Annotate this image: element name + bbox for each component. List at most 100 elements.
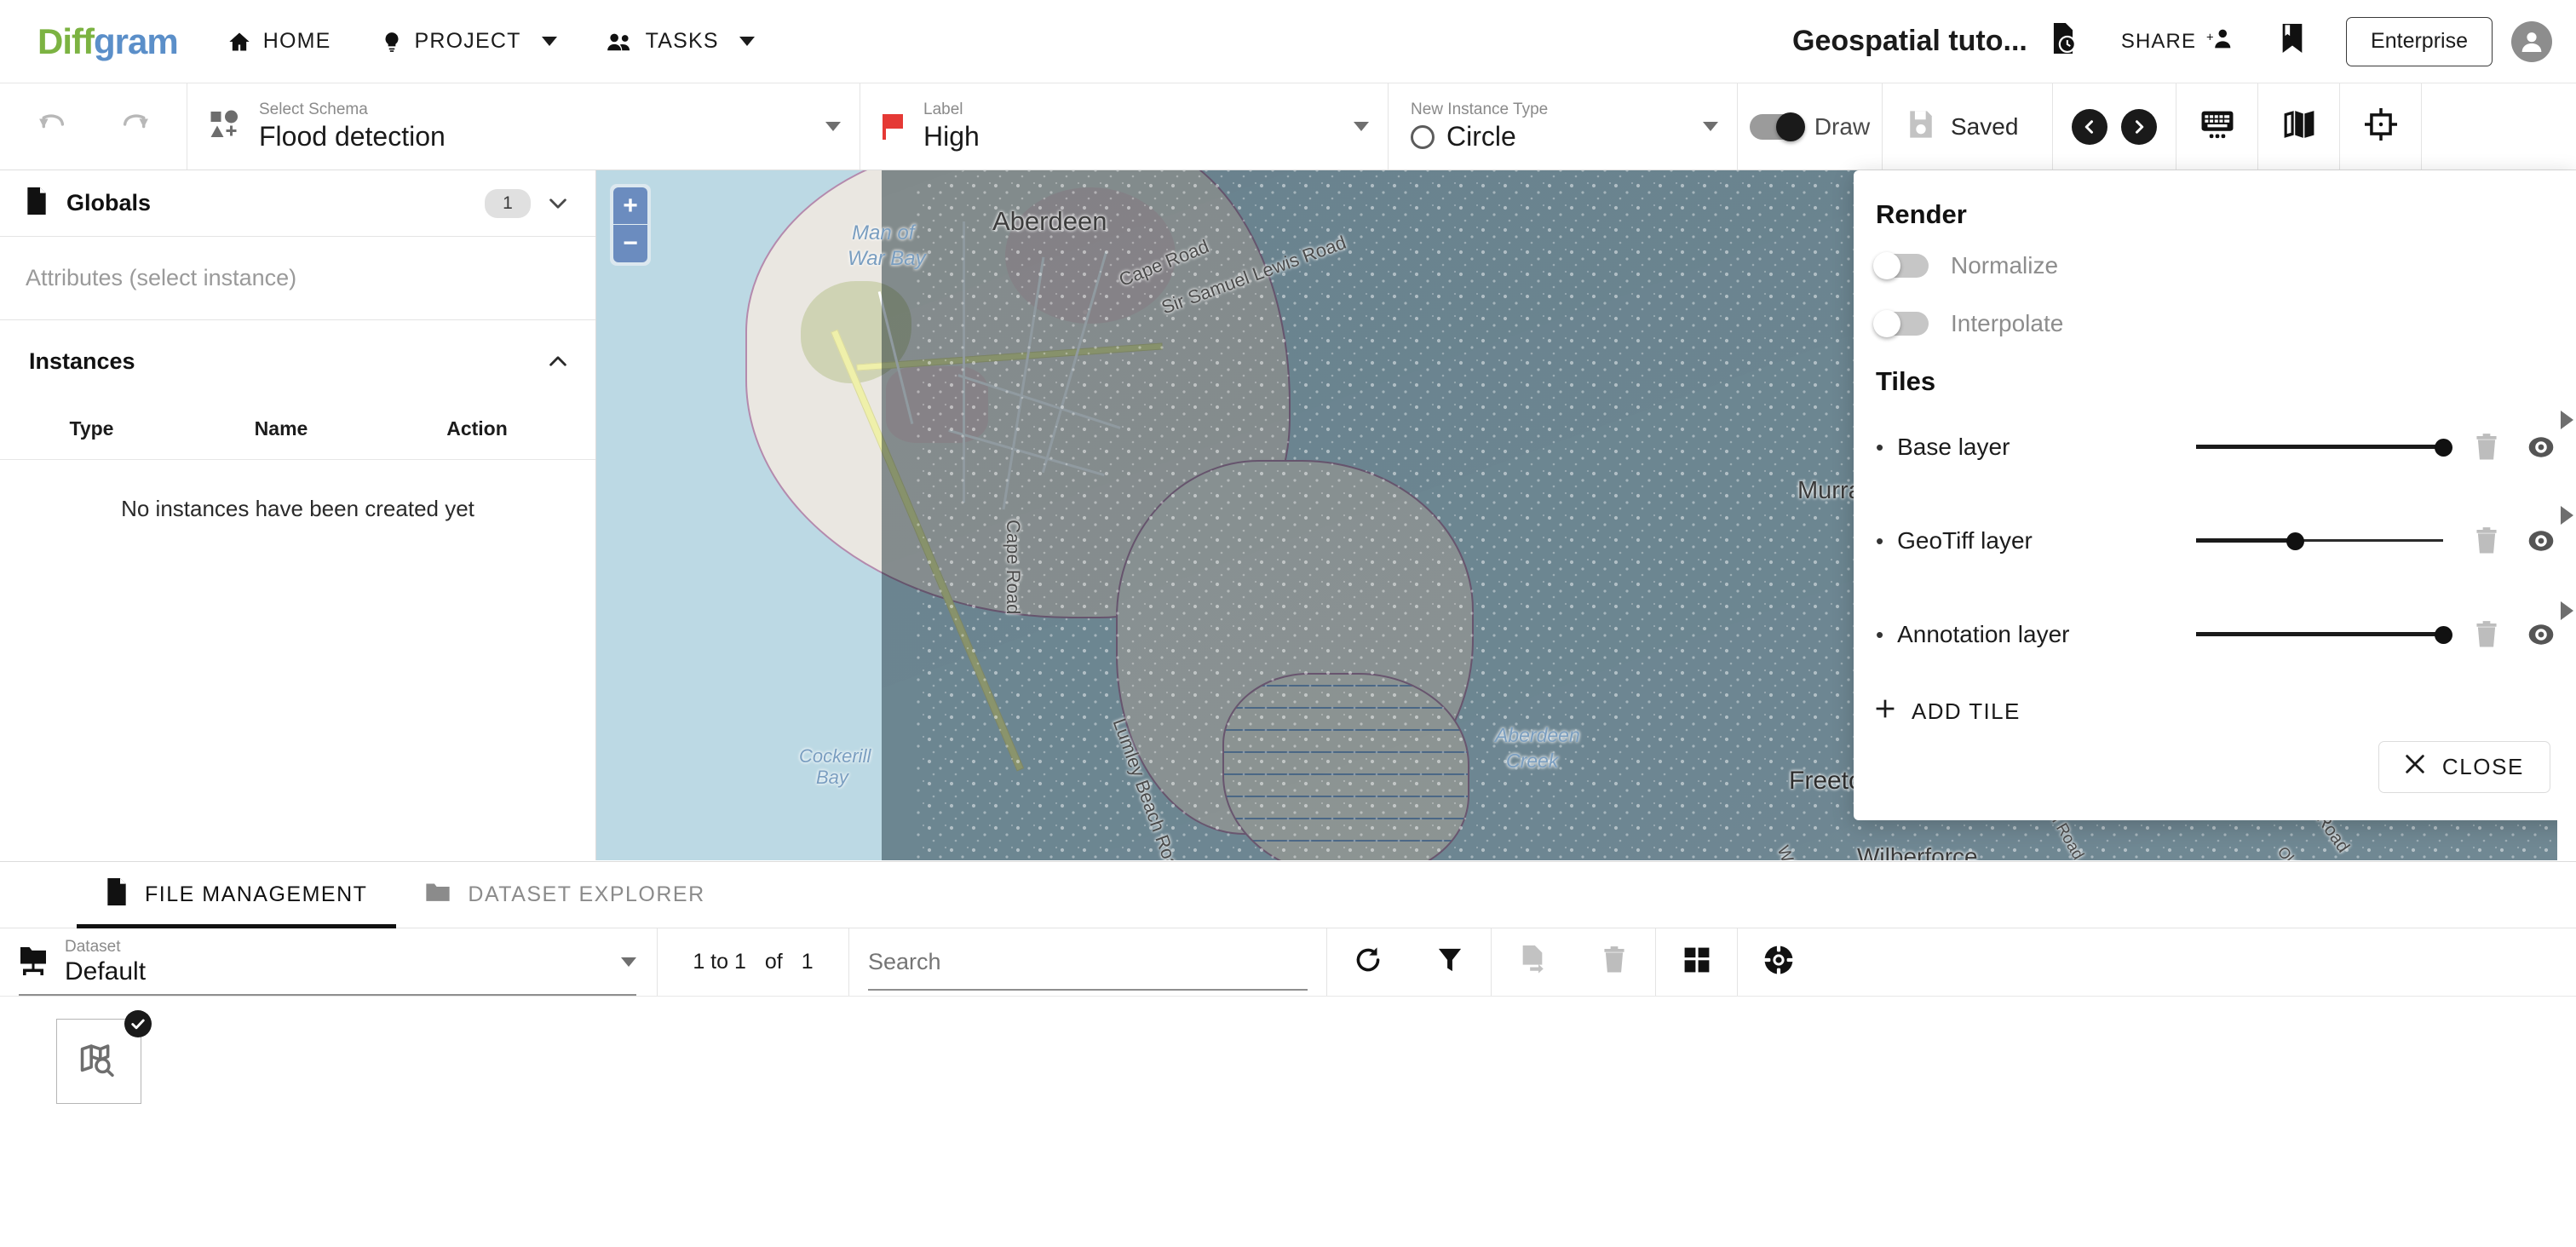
redo-icon[interactable] [119,113,148,140]
tile-delete-annotation[interactable] [2475,621,2498,648]
instances-table: Type Name Action No instances have been … [0,402,595,558]
map-label: Aberdeen [1495,724,1580,746]
close-render-panel-button[interactable]: CLOSE [2378,741,2550,793]
file-icon [106,878,128,911]
dataset-icon [19,945,48,980]
column-header-action: Action [446,417,508,440]
map-zoom-out-button[interactable]: − [613,225,647,262]
rail-expand-arrow-2[interactable] [2560,506,2573,525]
label-select-value: High [923,121,980,152]
tab-dataset-explorer[interactable]: DATASET EXPLORER [396,862,733,928]
dataset-select-underline [19,994,636,996]
search-input[interactable] [868,949,1308,975]
filter-button[interactable] [1409,928,1491,996]
schema-select[interactable]: Select Schema Flood detection [187,83,860,170]
chevron-down-icon[interactable] [546,192,570,215]
label-select[interactable]: Label High [860,83,1389,170]
nav-tasks[interactable]: TASKS [607,29,755,54]
check-circle-icon [124,1010,152,1037]
share-button[interactable]: SHARE + [2099,16,2257,67]
nav-home-label: HOME [262,29,331,53]
tile-name-geotiff: GeoTiff layer [1897,527,2033,554]
tile-visibility-annotation[interactable] [2527,624,2556,646]
file-thumbnail-item[interactable] [56,1010,152,1104]
document-title: Geospatial tuto... [1792,25,2027,57]
add-tile-label: ADD TILE [1912,698,2021,724]
interpolate-toggle-row[interactable]: Interpolate [1854,295,2576,353]
instances-section-header[interactable]: Instances [0,320,595,402]
schema-shapes-icon [210,109,240,144]
instance-type-value: Circle [1446,121,1516,152]
logo-text-gram: gram [93,20,179,61]
file-history-button[interactable] [2027,16,2099,67]
folder-icon [425,881,451,909]
draw-toggle-label: Draw [1814,112,1871,140]
delete-button[interactable] [1573,928,1655,996]
search-box[interactable] [849,928,1326,996]
editor-toolbar: Select Schema Flood detection Label High… [0,83,2576,170]
grid-view-button[interactable] [1656,928,1738,996]
instances-table-header: Type Name Action [0,402,595,460]
tile-opacity-slider-annotation[interactable] [2196,623,2452,646]
pagination-of: of [764,950,783,974]
undo-icon[interactable] [38,113,68,140]
tile-opacity-slider-geotiff[interactable] [2196,529,2443,553]
chevron-down-icon [1703,122,1718,131]
save-status[interactable]: Saved [1883,83,2053,170]
normalize-toggle-switch[interactable] [1873,252,1929,279]
chevron-up-icon[interactable] [546,349,570,373]
render-panel-footer: CLOSE [1854,741,2576,812]
chevron-down-icon [621,957,636,967]
tile-name-base: Base layer [1897,434,2010,460]
keyboard-shortcuts-button[interactable] [2176,83,2258,170]
dataset-action-icons [1326,928,1820,996]
tile-delete-base[interactable] [2475,434,2498,461]
tile-visibility-geotiff[interactable] [2527,530,2556,552]
dataset-select[interactable]: Dataset Default [0,928,658,996]
normalize-label: Normalize [1951,252,2059,279]
tab-file-management[interactable]: FILE MANAGEMENT [77,862,397,928]
prev-next-group [2053,83,2176,170]
instances-empty-message: No instances have been created yet [121,496,474,521]
map-view-button[interactable] [2258,83,2340,170]
tile-name-annotation: Annotation layer [1897,621,2070,647]
draw-toggle[interactable]: Draw [1738,83,1883,170]
enterprise-button[interactable]: Enterprise [2346,16,2493,66]
flag-icon [883,113,905,140]
account-avatar-icon[interactable] [2511,20,2552,62]
normalize-toggle-row[interactable]: Normalize [1854,237,2576,295]
help-button[interactable] [1738,928,1820,996]
nav-home[interactable]: HOME [227,29,331,54]
add-tile-button[interactable]: ADD TILE [1854,681,2576,741]
nav-project[interactable]: PROJECT [381,29,557,54]
bullet-icon: • [1876,434,1884,460]
chevron-left-circle-icon[interactable] [2072,108,2107,145]
export-file-button[interactable] [1492,928,1573,996]
chevron-right-circle-icon[interactable] [2121,108,2157,145]
dataset-toolbar-spacer [1820,928,2576,996]
diffgram-logo[interactable]: Diffgram [37,20,179,62]
chevron-down-icon [541,37,557,46]
globals-section-header[interactable]: Globals 1 [0,170,595,237]
interpolate-toggle-switch[interactable] [1873,310,1929,337]
tile-visibility-base[interactable] [2527,436,2556,458]
tile-opacity-slider-base[interactable] [2196,435,2452,459]
bookmark-icon [2280,24,2305,59]
rail-expand-arrow-3[interactable] [2560,601,2573,620]
export-file-icon [1520,945,1545,979]
keyboard-icon [2200,110,2234,143]
draw-toggle-switch[interactable] [1749,112,1805,141]
tab-file-management-label: FILE MANAGEMENT [145,882,368,906]
refresh-button[interactable] [1327,928,1409,996]
bookmark-button[interactable] [2257,16,2327,67]
map-label: Cape Road [1003,520,1024,615]
lightbulb-icon [381,30,403,54]
nav-tasks-label: TASKS [645,29,719,53]
tile-delete-geotiff[interactable] [2475,527,2498,555]
map-search-icon [79,1041,118,1083]
crop-region-button[interactable] [2340,83,2422,170]
instance-type-select[interactable]: New Instance Type Circle [1389,83,1738,170]
rail-expand-arrow-1[interactable] [2560,411,2573,429]
map-zoom-in-button[interactable]: + [613,187,647,225]
